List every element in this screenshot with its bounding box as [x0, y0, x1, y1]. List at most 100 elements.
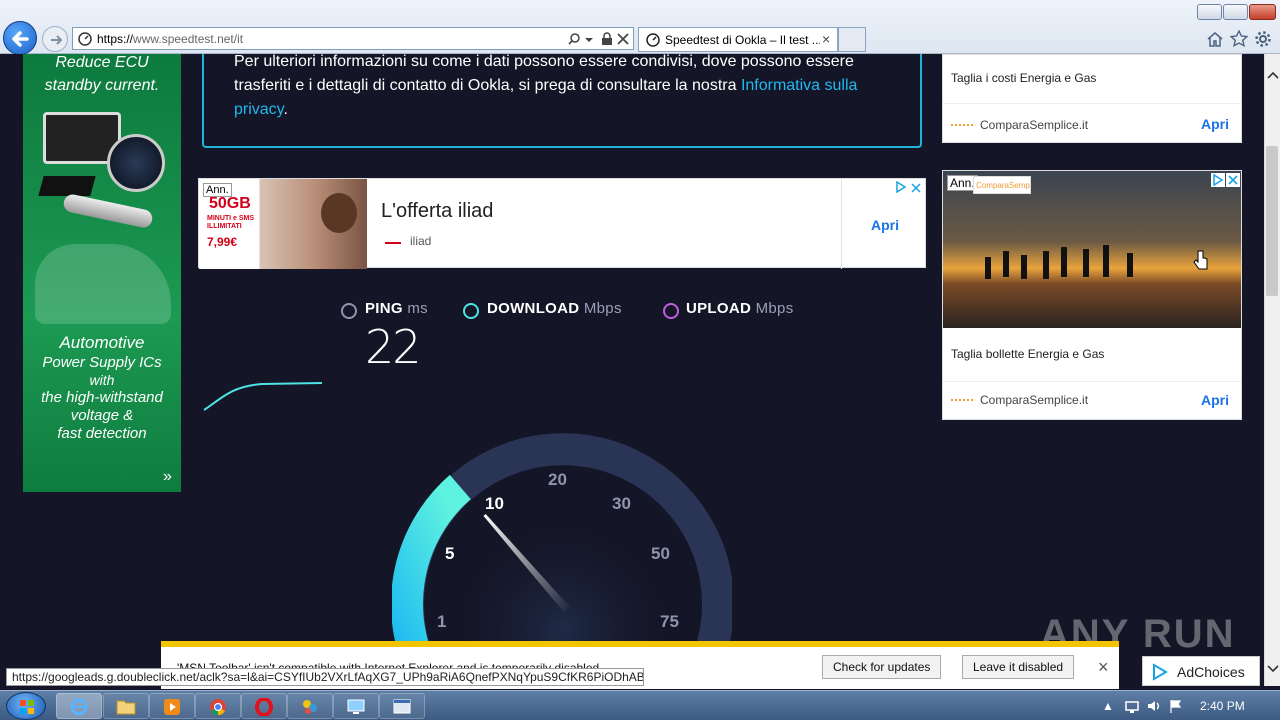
home-icon[interactable]: [1206, 30, 1224, 48]
ad-brand: iliad: [410, 234, 432, 248]
minimize-button[interactable]: [1197, 4, 1222, 20]
settings-gear-icon[interactable]: [1254, 30, 1272, 48]
tab-close-icon[interactable]: ×: [822, 31, 830, 47]
action-center-flag-icon[interactable]: [1168, 698, 1184, 714]
iliad-ad[interactable]: Ann. 50GB MINUTI e SMS ILLIMITATI 7,99€ …: [198, 178, 926, 269]
forward-arrow-icon: [51, 35, 63, 45]
chrome-taskbar-button[interactable]: [195, 693, 241, 719]
ad-line: Reduce ECU: [55, 54, 149, 71]
ad-open-button[interactable]: Apri: [871, 217, 899, 233]
upload-header: UPLOAD Mbps: [686, 300, 794, 317]
ad-next-arrow[interactable]: »: [163, 468, 172, 486]
leave-disabled-button[interactable]: Leave it disabled: [962, 655, 1075, 679]
close-window-button[interactable]: [1249, 4, 1276, 20]
forward-button[interactable]: [42, 26, 68, 52]
window-icon: [393, 699, 411, 714]
left-banner-ad[interactable]: Reduce ECU standby current. Automotive P…: [23, 54, 181, 492]
scroll-down-icon[interactable]: [1266, 664, 1280, 674]
app-icon: [303, 700, 317, 714]
app-taskbar-button[interactable]: [287, 693, 333, 719]
ad-divider: [841, 179, 842, 269]
module-image: [38, 176, 96, 196]
opera-icon: [255, 697, 273, 717]
taskbar-clock[interactable]: 2:40 PM: [1200, 699, 1245, 713]
explorer-taskbar-button[interactable]: [103, 693, 149, 719]
web-page: Reduce ECU standby current. Automotive P…: [0, 54, 1264, 666]
gauge-label: 10: [485, 494, 504, 513]
favorites-star-icon[interactable]: [1230, 30, 1248, 48]
new-tab-button[interactable]: [838, 27, 866, 52]
maximize-button[interactable]: [1223, 4, 1248, 20]
cursor-hand-icon: [1193, 250, 1208, 270]
gauge-label: 20: [548, 470, 567, 489]
right-ad-bottom[interactable]: Ann. ComparaSemplice.it Taglia bollette …: [942, 170, 1242, 420]
search-icon[interactable]: [567, 32, 581, 46]
monitor-icon: [347, 699, 365, 714]
network-icon[interactable]: [1124, 698, 1140, 714]
car-image: [35, 244, 171, 324]
browser-toolbar: https://www.speedtest.net/it Speedtest d…: [0, 0, 1280, 55]
ping-icon: [341, 303, 357, 319]
tray-expand-icon[interactable]: ▲: [1102, 699, 1114, 713]
ad-open-button[interactable]: Apri: [1201, 392, 1229, 408]
gauge-label: 75: [660, 612, 679, 631]
address-url: https://www.speedtest.net/it: [97, 32, 244, 46]
ad-divider: [943, 103, 1241, 104]
folder-icon: [116, 700, 136, 715]
adchoices-label: AdChoices: [1177, 664, 1245, 680]
adchoices-badge[interactable]: AdChoices: [1142, 656, 1260, 686]
address-bar[interactable]: https://www.speedtest.net/it: [72, 27, 634, 50]
ping-value: 22: [365, 320, 422, 374]
lock-icon[interactable]: [601, 32, 613, 46]
internet-explorer-icon: [70, 698, 88, 716]
ad-title[interactable]: Taglia bollette Energia e Gas: [951, 347, 1104, 361]
ie-taskbar-button[interactable]: [56, 693, 102, 719]
page-icon: [78, 32, 92, 46]
ad-line: fast detection: [57, 425, 147, 442]
gauge-image: [107, 134, 165, 192]
dropdown-chevron-icon[interactable]: [585, 36, 593, 44]
notification-close-icon[interactable]: ×: [1098, 657, 1109, 678]
gauge-label: 50: [651, 544, 670, 563]
ad-title[interactable]: Taglia i costi Energia e Gas: [951, 71, 1096, 85]
ad-open-button[interactable]: Apri: [1201, 116, 1229, 132]
media-player-icon: [164, 699, 180, 715]
gauge-label: 5: [445, 544, 455, 563]
download-graph-line: [203, 382, 323, 411]
opera-taskbar-button[interactable]: [241, 693, 287, 719]
check-updates-button[interactable]: Check for updates: [822, 655, 942, 679]
adchoices-icon[interactable]: [895, 181, 907, 193]
tab-title: Speedtest di Ookla – Il test ...: [665, 33, 820, 47]
tab-speedtest[interactable]: Speedtest di Ookla – Il test ... ×: [638, 27, 838, 52]
privacy-text: Per ulteriori informazioni su come i dat…: [234, 54, 858, 118]
status-bar-url: https://googleads.g.doubleclick.net/aclk…: [6, 668, 644, 686]
iliad-logo-icon: [385, 236, 401, 244]
start-button[interactable]: [6, 692, 46, 720]
screen: https://www.speedtest.net/it Speedtest d…: [0, 0, 1280, 720]
ad-line: Automotive: [59, 333, 145, 352]
windows-taskbar: ▲ 2:40 PM: [0, 690, 1280, 720]
ad-source: ComparaSemplice.it: [980, 118, 1089, 132]
scroll-up-icon[interactable]: [1266, 70, 1280, 80]
back-arrow-icon: [12, 31, 29, 47]
adchoices-triangle-icon: [1153, 663, 1168, 681]
monitor-taskbar-button[interactable]: [333, 693, 379, 719]
volume-icon[interactable]: [1146, 698, 1162, 714]
handle-image: [62, 192, 154, 230]
window-taskbar-button[interactable]: [379, 693, 425, 719]
scrollbar-thumb[interactable]: [1266, 146, 1278, 296]
ad-close-icon[interactable]: [911, 183, 921, 193]
download-icon: [463, 303, 479, 319]
back-button[interactable]: [3, 21, 37, 55]
comparasemplice-logo-icon: [951, 399, 973, 401]
media-player-taskbar-button[interactable]: [149, 693, 195, 719]
ad-line: standby current.: [44, 77, 160, 94]
iliad-price: 7,99€: [207, 235, 238, 249]
iliad-ad-image: Ann. 50GB MINUTI e SMS ILLIMITATI 7,99€: [199, 179, 367, 269]
stop-icon[interactable]: [617, 33, 629, 45]
woman-photo: [321, 193, 357, 233]
right-ad-top[interactable]: Taglia i costi Energia e Gas ComparaSemp…: [942, 54, 1242, 143]
privacy-notice: Per ulteriori informazioni su come i dat…: [202, 54, 922, 148]
gauge-label: 30: [612, 494, 631, 513]
ad-headline[interactable]: L'offerta iliad: [381, 200, 493, 223]
